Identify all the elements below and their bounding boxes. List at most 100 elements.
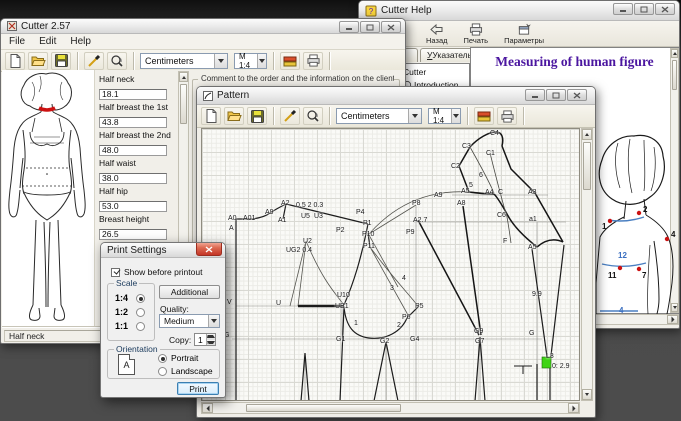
combo-arrow — [451, 109, 460, 123]
main-minimize-button[interactable] — [339, 21, 359, 33]
scale-combobox[interactable]: M 1:4 — [428, 108, 461, 124]
pattern-minimize-button[interactable] — [525, 89, 545, 101]
toolbar-separator — [133, 52, 134, 70]
measurement-label: Half hip — [99, 186, 185, 196]
scale-option-1-2[interactable]: 1:2 — [115, 307, 145, 317]
measurement-label: Half breast the 2nd — [99, 130, 185, 140]
measurement-row: Breast height — [99, 214, 185, 242]
help-toolbar: Назад Печать Параметры — [359, 21, 679, 47]
help-window-title: Cutter Help — [381, 5, 432, 16]
toolbar-separator — [467, 107, 468, 125]
help-book-icon: ? — [365, 5, 377, 17]
main-titlebar[interactable]: Cutter 2.57 — [1, 19, 405, 34]
measurement-value-input[interactable] — [99, 89, 167, 100]
open-file-button[interactable] — [224, 107, 244, 125]
pattern-drawing — [202, 129, 580, 401]
pattern-canvas[interactable]: A0A01A9A20.5 2 0.3A1U5U3P4P1P2AU2UG2 0.4… — [201, 128, 580, 401]
measurement-value-input[interactable] — [99, 145, 167, 156]
menu-file[interactable]: File — [9, 36, 25, 47]
pattern-close-button[interactable] — [567, 89, 587, 101]
scale-1-4-radio[interactable] — [136, 294, 145, 303]
toolbar-separator — [523, 107, 524, 125]
measurement-value-input[interactable] — [99, 173, 167, 184]
menu-help[interactable]: Help — [70, 36, 91, 47]
additional-button[interactable]: Additional — [159, 285, 220, 299]
save-file-button[interactable] — [51, 52, 71, 70]
measurement-row: Half breast the 1st — [99, 102, 185, 130]
measurement-value-input[interactable] — [99, 201, 167, 212]
red-collar-mark — [39, 108, 55, 110]
desktop: ? Cutter Help Назад — [0, 0, 681, 421]
show-before-printout-option[interactable]: Show before printout — [111, 267, 202, 277]
orientation-landscape-option[interactable]: Landscape — [158, 366, 213, 376]
help-back-button[interactable]: Назад — [423, 23, 451, 45]
landscape-radio[interactable] — [158, 367, 167, 376]
units-combobox[interactable]: Centimeters — [140, 53, 228, 69]
refresh-view-button[interactable] — [107, 52, 127, 70]
menu-edit[interactable]: Edit — [39, 36, 56, 47]
orientation-portrait-option[interactable]: Portrait — [158, 353, 198, 363]
main-close-button[interactable] — [381, 21, 401, 33]
magnifier-refresh-icon — [306, 109, 320, 123]
help-tab-contents[interactable] — [404, 48, 418, 62]
help-tabs: УУказатель — [404, 48, 479, 62]
brush-icon — [87, 54, 101, 68]
pattern-window: Pattern — [196, 86, 596, 418]
show-before-label: Show before printout — [124, 267, 202, 277]
combo-arrow — [408, 109, 421, 123]
open-file-button[interactable] — [28, 52, 48, 70]
units-combobox[interactable]: Centimeters — [336, 108, 422, 124]
help-maximize-button[interactable] — [634, 3, 654, 15]
show-before-checkbox[interactable] — [111, 268, 120, 277]
help-print-label: Печать — [464, 36, 489, 45]
pattern-vertical-scrollbar[interactable] — [581, 128, 593, 401]
print-confirm-button[interactable]: Print — [177, 382, 219, 395]
portrait-paper-icon: A — [118, 354, 135, 375]
quality-combobox[interactable]: Medium — [159, 314, 220, 328]
scale-value: M 1:4 — [239, 52, 257, 70]
pattern-window-title: Pattern — [217, 90, 249, 101]
help-heading: Measuring of human figure — [471, 54, 678, 70]
help-options-button[interactable]: Параметры — [501, 23, 547, 45]
spinner-buttons[interactable] — [206, 334, 215, 345]
help-back-label: Назад — [426, 36, 448, 45]
build-pattern-button[interactable] — [280, 107, 300, 125]
measurements-button[interactable] — [474, 107, 494, 125]
scale-1-2-radio[interactable] — [136, 308, 145, 317]
toolbar-separator — [273, 107, 274, 125]
save-file-button[interactable] — [247, 107, 267, 125]
toolbar-separator — [273, 52, 274, 70]
pattern-titlebar[interactable]: Pattern — [197, 87, 595, 105]
printer-icon — [306, 54, 321, 67]
help-options-label: Параметры — [504, 36, 544, 45]
new-file-button[interactable] — [201, 107, 221, 125]
copy-count-spinner[interactable]: 1 — [194, 333, 216, 346]
combo-arrow — [214, 54, 227, 68]
refresh-view-button[interactable] — [303, 107, 323, 125]
pattern-horizontal-scrollbar[interactable] — [201, 402, 580, 414]
main-maximize-button[interactable] — [360, 21, 380, 33]
pattern-maximize-button[interactable] — [546, 89, 566, 101]
scale-combobox[interactable]: M 1:4 — [234, 53, 267, 69]
help-close-button[interactable] — [655, 3, 675, 15]
close-icon — [205, 246, 213, 253]
build-pattern-button[interactable] — [84, 52, 104, 70]
scale-option-1-1[interactable]: 1:1 — [115, 321, 145, 331]
measuring-figure-front-view — [2, 70, 95, 327]
print-button[interactable] — [303, 52, 323, 70]
portrait-radio[interactable] — [158, 354, 167, 363]
measurement-value-input[interactable] — [99, 229, 167, 240]
measurement-label: Half neck — [99, 74, 185, 84]
scale-option-1-4[interactable]: 1:4 — [115, 293, 145, 303]
help-print-button[interactable]: Печать — [461, 23, 492, 45]
scale-1-1-radio[interactable] — [136, 322, 145, 331]
measurements-button[interactable] — [280, 52, 300, 70]
print-dialog-close-button[interactable] — [196, 243, 222, 256]
save-floppy-icon — [251, 110, 264, 123]
help-window-titlebar[interactable]: ? Cutter Help — [359, 1, 679, 21]
new-file-button[interactable] — [5, 52, 25, 70]
print-button[interactable] — [497, 107, 517, 125]
help-minimize-button[interactable] — [613, 3, 633, 15]
measurement-value-input[interactable] — [99, 117, 167, 128]
scale-value: M 1:4 — [433, 107, 451, 125]
